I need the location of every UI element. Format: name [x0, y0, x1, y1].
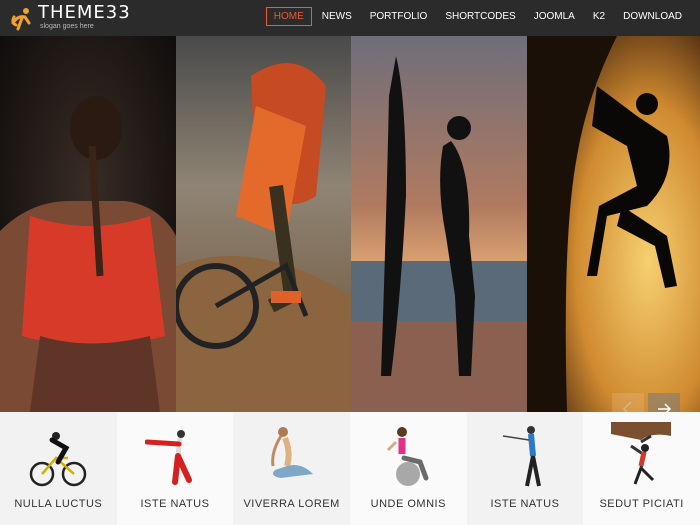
slider-next-button[interactable]	[648, 393, 680, 412]
hero-slider	[0, 36, 700, 412]
category-card[interactable]: NULLA LUCTUS	[0, 412, 117, 525]
nav-item-k2[interactable]: K2	[585, 7, 613, 26]
mountain-biker-image	[176, 36, 351, 412]
category-label: UNDE OMNIS	[370, 498, 446, 510]
category-label: VIVERRA LOREM	[243, 498, 340, 510]
yoga-icon	[271, 427, 314, 478]
runner-logo-icon	[11, 8, 31, 31]
nav-item-download[interactable]: DOWNLOAD	[615, 7, 690, 26]
site-logo[interactable]: THEME33 slogan goes here	[8, 2, 130, 34]
category-card[interactable]: ISTE NATUS	[116, 412, 234, 525]
nav-item-home[interactable]: HOME	[265, 7, 312, 26]
category-card[interactable]: ISTE NATUS	[466, 412, 584, 525]
surfer-silhouette-image	[351, 36, 527, 412]
logo-wordmark: THEME33	[38, 2, 131, 23]
athlete-back-image	[0, 36, 176, 412]
category-label: ISTE NATUS	[490, 498, 560, 510]
logo-slogan: slogan goes here	[40, 23, 94, 30]
slide-panel-athlete-back[interactable]	[0, 36, 176, 412]
category-label: ISTE NATUS	[140, 498, 210, 510]
fitness-ball-icon	[386, 427, 429, 486]
chevron-right-icon	[658, 403, 672, 412]
golfer-icon	[502, 426, 541, 487]
category-label: NULLA LUCTUS	[14, 498, 103, 510]
cyclist-icon	[29, 432, 87, 487]
chevron-left-icon	[622, 401, 632, 412]
category-card[interactable]: SEDUT PICIATI	[583, 412, 700, 525]
martial-artist-icon	[144, 430, 192, 485]
slide-panel-surfer[interactable]	[351, 36, 527, 412]
slider-prev-button[interactable]	[612, 393, 644, 412]
nav-item-news[interactable]: NEWS	[314, 7, 360, 26]
site-header: THEME33 slogan goes here HOME NEWS PORTF…	[0, 0, 700, 36]
category-label: SEDUT PICIATI	[599, 498, 684, 510]
nav-item-joomla[interactable]: JOOMLA	[526, 7, 583, 26]
slide-panel-biker[interactable]	[176, 36, 351, 412]
main-nav: HOME NEWS PORTFOLIO SHORTCODES JOOMLA K2…	[264, 7, 690, 26]
category-card[interactable]: VIVERRA LOREM	[233, 412, 350, 525]
category-strip: NULLA LUCTUS ISTE NATUS VIVERRA LOREM UN…	[0, 412, 700, 525]
nav-item-shortcodes[interactable]: SHORTCODES	[437, 7, 523, 26]
nav-item-portfolio[interactable]: PORTFOLIO	[362, 7, 436, 26]
category-card[interactable]: UNDE OMNIS	[349, 412, 467, 525]
climber-icon	[611, 422, 672, 485]
rock-climber-image	[527, 36, 700, 412]
slide-panel-climber[interactable]	[527, 36, 700, 412]
